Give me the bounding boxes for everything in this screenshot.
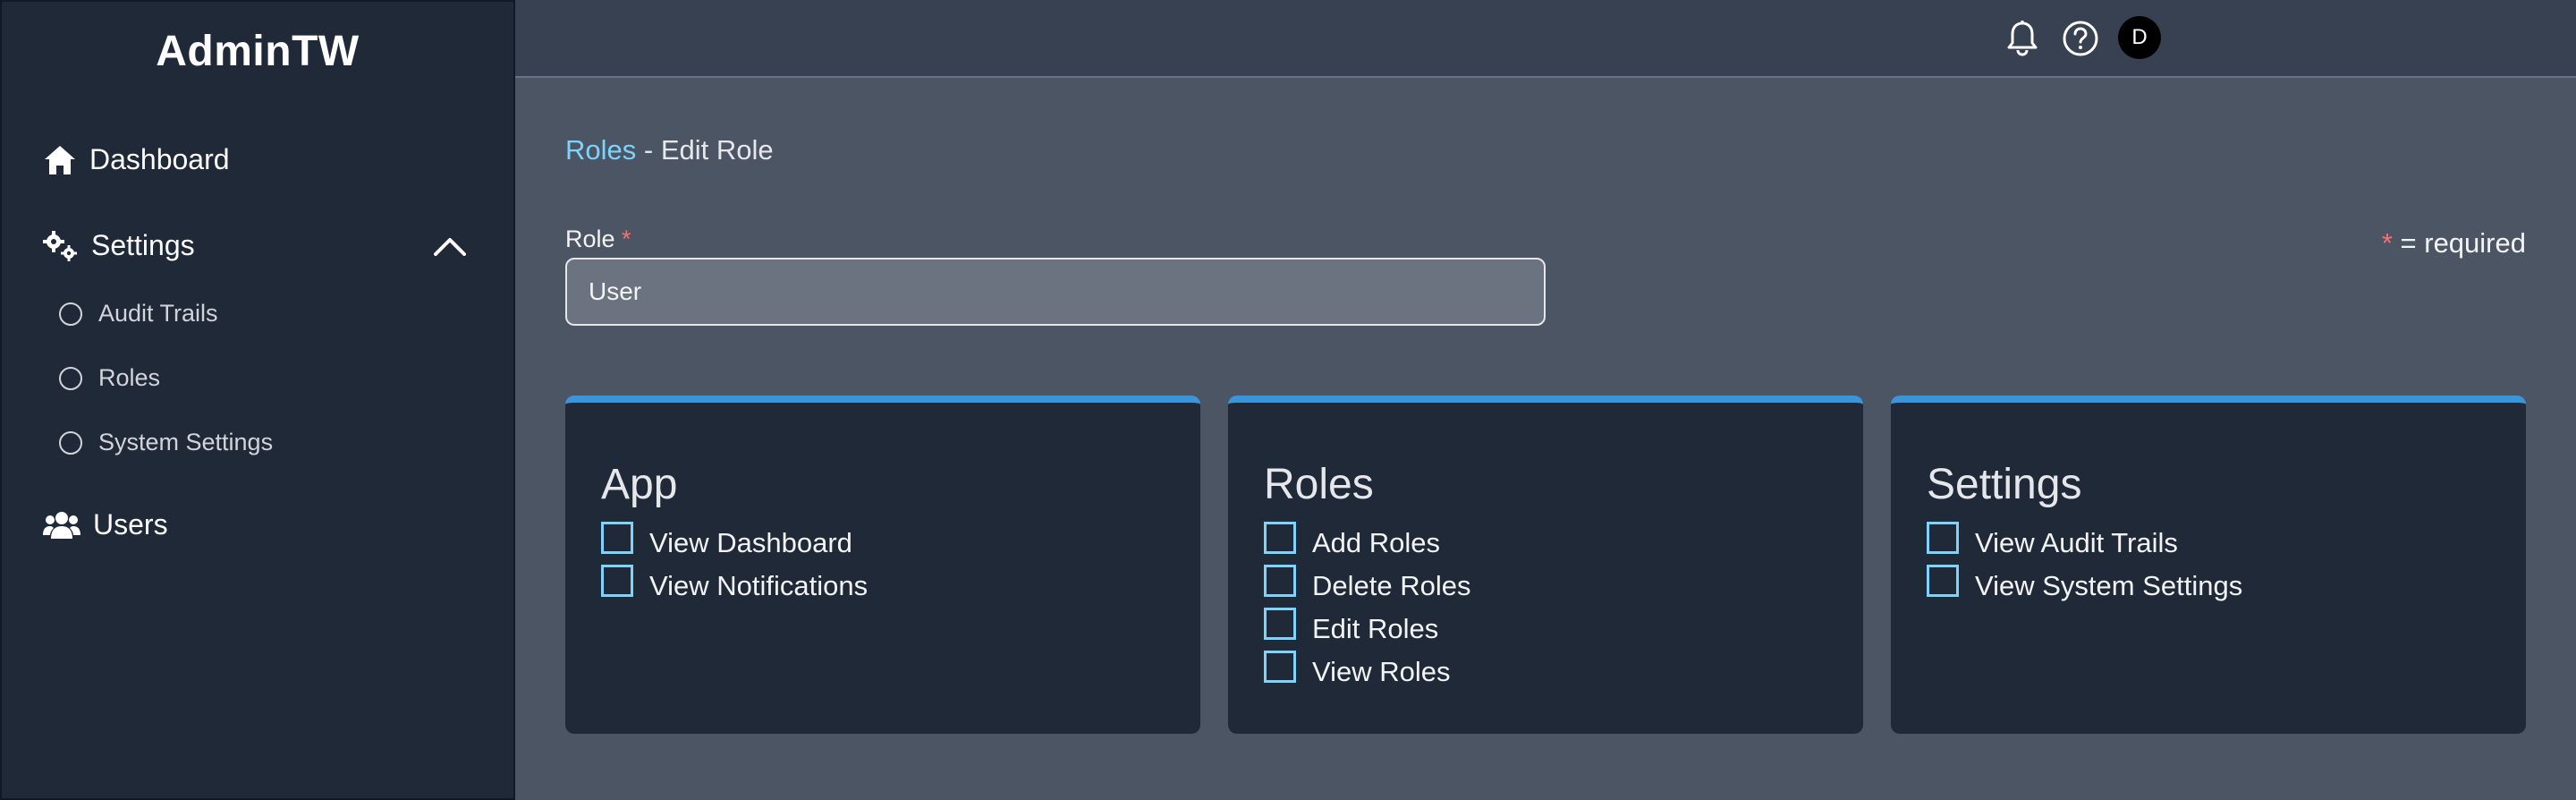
- sidebar-item-settings[interactable]: Settings: [43, 229, 467, 262]
- chevron-up-icon[interactable]: [433, 235, 467, 257]
- checkbox[interactable]: [1264, 522, 1296, 554]
- permission-label: View Dashboard: [649, 527, 852, 558]
- breadcrumb-current: Edit Role: [660, 134, 774, 166]
- help-icon[interactable]: [2060, 18, 2101, 59]
- role-input[interactable]: [565, 258, 1546, 326]
- checkbox[interactable]: [1927, 522, 1959, 554]
- required-legend-text: = required: [2400, 227, 2526, 259]
- circle-icon: [59, 366, 82, 390]
- sidebar-item-dashboard[interactable]: Dashboard: [43, 143, 230, 176]
- permission-view-dashboard[interactable]: View Dashboard: [601, 522, 1165, 565]
- checkbox[interactable]: [601, 565, 633, 597]
- sidebar-item-label: Users: [93, 508, 168, 540]
- sidebar-item-label: Settings: [91, 229, 195, 261]
- card-title: Roles: [1264, 461, 1374, 508]
- breadcrumb: Roles - Edit Role: [565, 134, 774, 166]
- gears-icon: [43, 230, 79, 262]
- users-icon: [43, 510, 80, 540]
- breadcrumb-link-roles[interactable]: Roles: [565, 134, 636, 166]
- avatar[interactable]: D: [2118, 16, 2161, 59]
- home-icon: [43, 144, 77, 176]
- sidebar-subitem-label: Roles: [98, 364, 161, 391]
- permission-label: Add Roles: [1312, 527, 1441, 558]
- brand-logo: AdminTW: [156, 28, 360, 75]
- required-legend: * = required: [2382, 227, 2526, 260]
- permission-label: Delete Roles: [1312, 570, 1471, 601]
- permission-delete-roles[interactable]: Delete Roles: [1264, 565, 1827, 608]
- required-star: *: [2381, 227, 2393, 259]
- sidebar-subitem-system-settings[interactable]: System Settings: [59, 429, 273, 456]
- permission-label: View System Settings: [1975, 570, 2243, 601]
- required-star: *: [622, 226, 631, 252]
- checkbox[interactable]: [1927, 565, 1959, 597]
- bell-icon[interactable]: [2002, 18, 2043, 59]
- app-root: AdminTW Dashboard Settings Audit Trails …: [0, 0, 2576, 800]
- sidebar-subitem-audit-trails[interactable]: Audit Trails: [59, 300, 218, 328]
- permission-view-notifications[interactable]: View Notifications: [601, 565, 1165, 608]
- permission-card-app: App View Dashboard View Notifications: [565, 396, 1200, 734]
- breadcrumb-separator: -: [636, 134, 661, 166]
- permission-card-roles: Roles Add Roles Delete Roles Edit Roles …: [1228, 396, 1863, 734]
- permission-add-roles[interactable]: Add Roles: [1264, 522, 1827, 565]
- permission-view-audit-trails[interactable]: View Audit Trails: [1927, 522, 2490, 565]
- role-field-label: Role *: [565, 226, 631, 253]
- sidebar: AdminTW Dashboard Settings Audit Trails …: [0, 0, 515, 800]
- circle-icon: [59, 430, 82, 455]
- sidebar-item-users[interactable]: Users: [43, 508, 168, 541]
- sidebar-subitem-label: System Settings: [98, 429, 274, 455]
- main-content: D Roles - Edit Role Role * * = required …: [515, 0, 2576, 800]
- checkbox[interactable]: [1264, 565, 1296, 597]
- permission-label: View Roles: [1312, 656, 1451, 687]
- permission-view-system-settings[interactable]: View System Settings: [1927, 565, 2490, 608]
- checkbox[interactable]: [1264, 608, 1296, 640]
- card-title: Settings: [1927, 461, 2082, 508]
- topbar: D: [515, 0, 2576, 78]
- permission-label: Edit Roles: [1312, 613, 1439, 644]
- sidebar-subitem-roles[interactable]: Roles: [59, 364, 160, 392]
- card-title: App: [601, 461, 678, 508]
- circle-icon: [59, 302, 82, 326]
- sidebar-subitem-label: Audit Trails: [98, 300, 218, 327]
- permission-card-settings: Settings View Audit Trails View System S…: [1891, 396, 2526, 734]
- role-label-text: Role: [565, 226, 615, 252]
- permission-view-roles[interactable]: View Roles: [1264, 651, 1827, 694]
- checkbox[interactable]: [601, 522, 633, 554]
- permission-label: View Audit Trails: [1975, 527, 2178, 558]
- permission-label: View Notifications: [649, 570, 869, 601]
- sidebar-item-label: Dashboard: [89, 143, 230, 175]
- permission-edit-roles[interactable]: Edit Roles: [1264, 608, 1827, 651]
- checkbox[interactable]: [1264, 651, 1296, 683]
